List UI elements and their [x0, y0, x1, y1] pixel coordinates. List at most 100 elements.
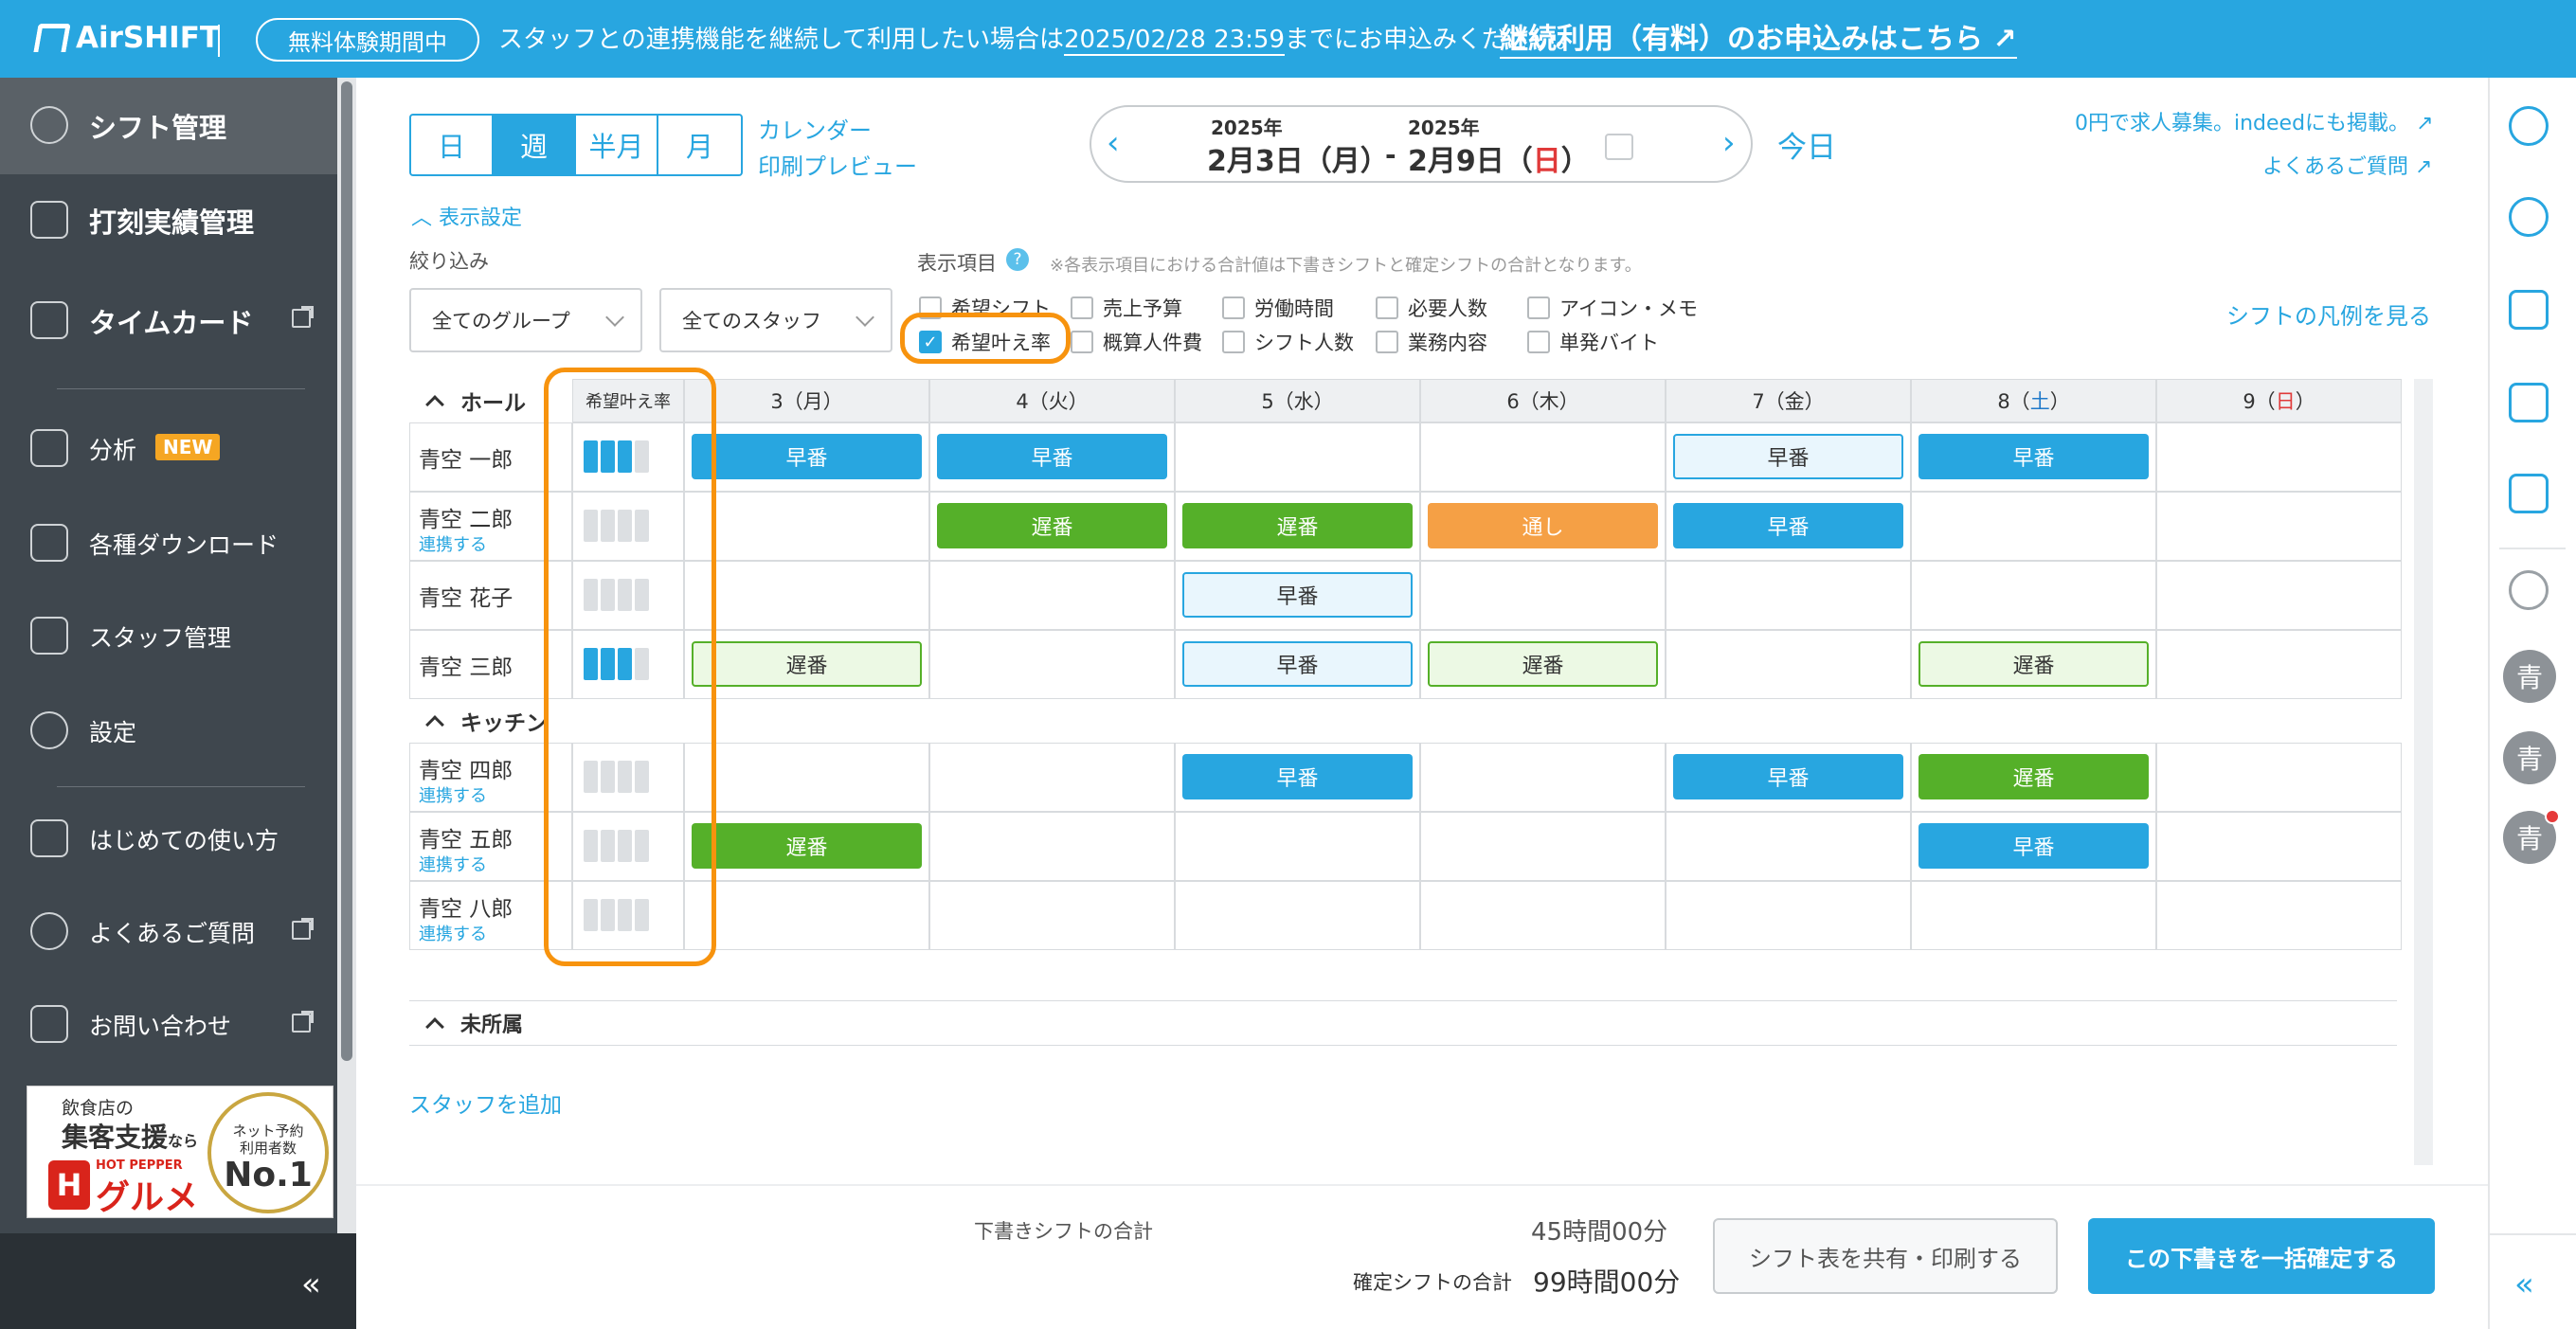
info-icon[interactable]: [2509, 106, 2549, 146]
prev-week-button[interactable]: ‹: [1107, 124, 1120, 162]
sidebar-item-settings[interactable]: 設定: [0, 699, 337, 762]
rail-collapse-button[interactable]: «: [2514, 1266, 2534, 1303]
shift-cell[interactable]: [1175, 422, 1420, 492]
sidebar-scrollbar-thumb[interactable]: [341, 81, 352, 1061]
shift-cell[interactable]: [1666, 812, 1911, 881]
sidebar-item-analysis[interactable]: 分析 NEW: [0, 417, 337, 479]
share-print-button[interactable]: シフト表を共有・印刷する: [1713, 1218, 2058, 1294]
group-header-kitchen[interactable]: キッチン: [409, 699, 548, 743]
hourglass-doc-icon[interactable]: [2509, 383, 2549, 422]
shift-block[interactable]: 早番: [1918, 823, 2149, 869]
shift-block[interactable]: 早番: [1918, 434, 2149, 479]
sidebar-item-timecard[interactable]: タイムカード: [0, 286, 337, 356]
shift-block[interactable]: 早番: [1182, 572, 1413, 618]
sidebar-item-staff[interactable]: スタッフ管理: [0, 604, 337, 667]
view-day-button[interactable]: 日: [411, 116, 494, 174]
shift-block[interactable]: 早番: [1673, 754, 1903, 799]
help-icon[interactable]: ?: [1006, 248, 1029, 271]
print-preview-link[interactable]: 印刷プレビュー: [758, 148, 917, 181]
link-staff-link[interactable]: 連携する: [419, 782, 487, 807]
confirm-all-button[interactable]: この下書きを一括確定する: [2088, 1218, 2435, 1294]
shift-cell[interactable]: [1420, 743, 1666, 812]
hotpepper-ad-banner[interactable]: 飲食店の 集客支援なら H HOT PEPPER グルメ ネット予約 利用者数 N…: [27, 1086, 333, 1218]
sidebar-item-contact[interactable]: お問い合わせ: [0, 993, 337, 1055]
staff-name[interactable]: 青空 四郎: [419, 752, 513, 784]
shift-cell[interactable]: [684, 492, 929, 561]
staff-name[interactable]: 青空 五郎: [419, 821, 513, 853]
sidebar-item-shift[interactable]: シフト管理: [0, 78, 337, 174]
airshift-logo[interactable]: AirSHIFT: [33, 21, 220, 55]
unassigned-group-header[interactable]: 未所属: [409, 1000, 2397, 1046]
avatar[interactable]: 青: [2503, 650, 2556, 703]
calendar-link[interactable]: カレンダー: [758, 112, 872, 145]
shift-cell[interactable]: [2156, 422, 2402, 492]
shift-cell[interactable]: [1175, 881, 1420, 950]
sidebar-item-download[interactable]: 各種ダウンロード: [0, 512, 337, 574]
shift-cell[interactable]: [1420, 422, 1666, 492]
calendar-icon[interactable]: [1605, 134, 1633, 160]
view-week-button[interactable]: 週: [494, 116, 576, 174]
shift-cell[interactable]: [929, 630, 1175, 699]
shift-block[interactable]: 早番: [1182, 641, 1413, 687]
checkbox-task[interactable]: 業務内容: [1376, 328, 1487, 356]
shift-block[interactable]: 遅番: [1918, 641, 2149, 687]
shift-cell[interactable]: [1911, 492, 2156, 561]
shift-cell[interactable]: [1420, 561, 1666, 630]
sidebar-item-faq[interactable]: よくあるご質問: [0, 900, 337, 962]
chat-icon[interactable]: [2509, 570, 2549, 610]
shift-cell[interactable]: [1666, 630, 1911, 699]
shift-cell[interactable]: [1420, 881, 1666, 950]
checkbox-required-staff[interactable]: 必要人数: [1376, 294, 1487, 322]
today-button[interactable]: 今日: [1777, 123, 1836, 166]
shift-cell[interactable]: [2156, 743, 2402, 812]
approve-doc-icon[interactable]: [2509, 474, 2549, 513]
shift-cell[interactable]: [1666, 561, 1911, 630]
shift-cell[interactable]: [1666, 881, 1911, 950]
shift-cell[interactable]: [2156, 561, 2402, 630]
shift-cell[interactable]: [2156, 630, 2402, 699]
grid-scrollbar[interactable]: [2414, 379, 2433, 1165]
shift-cell[interactable]: [1420, 812, 1666, 881]
staff-name[interactable]: 青空 一郎: [419, 441, 513, 474]
group-select[interactable]: 全てのグループ: [409, 288, 642, 352]
shift-cell[interactable]: [929, 743, 1175, 812]
shift-block[interactable]: 遅番: [692, 641, 922, 687]
staff-name[interactable]: 青空 三郎: [419, 649, 513, 681]
staff-name[interactable]: 青空 二郎: [419, 501, 513, 533]
shift-cell[interactable]: [929, 881, 1175, 950]
shift-cell[interactable]: [2156, 881, 2402, 950]
shift-block[interactable]: 早番: [937, 434, 1167, 479]
shift-block[interactable]: 早番: [692, 434, 922, 479]
view-month-button[interactable]: 月: [658, 116, 741, 174]
checkbox-shift-count[interactable]: シフト人数: [1222, 328, 1354, 356]
shift-cell[interactable]: [684, 881, 929, 950]
add-staff-link[interactable]: スタッフを追加: [409, 1087, 562, 1119]
recruit-link[interactable]: 0円で求人募集。indeedにも掲載。 ↗: [2075, 106, 2434, 136]
link-staff-link[interactable]: 連携する: [419, 921, 487, 945]
shift-block[interactable]: 遅番: [937, 503, 1167, 548]
link-staff-link[interactable]: 連携する: [419, 531, 487, 556]
staff-name[interactable]: 青空 八郎: [419, 890, 513, 923]
add-user-icon[interactable]: [2509, 197, 2549, 237]
shift-block[interactable]: 早番: [1182, 754, 1413, 799]
view-halfmonth-button[interactable]: 半月: [576, 116, 658, 174]
checkbox-sales-budget[interactable]: 売上予算: [1071, 294, 1182, 322]
checkbox-icon-memo[interactable]: アイコン・メモ: [1527, 294, 1698, 322]
shift-cell[interactable]: [684, 743, 929, 812]
sidebar-item-clock-record[interactable]: 打刻実績管理: [0, 186, 337, 256]
shift-cell[interactable]: [1911, 881, 2156, 950]
shift-block[interactable]: 通し: [1428, 503, 1658, 548]
shift-cell[interactable]: [929, 561, 1175, 630]
group-header-hall[interactable]: ホール: [409, 379, 526, 422]
shift-block[interactable]: 遅番: [692, 823, 922, 869]
next-week-button[interactable]: ›: [1722, 124, 1736, 162]
staff-select[interactable]: 全てのスタッフ: [659, 288, 892, 352]
shift-cell[interactable]: [2156, 812, 2402, 881]
checkbox-one-time-job[interactable]: 単発バイト: [1527, 328, 1659, 356]
shift-block[interactable]: 遅番: [1428, 641, 1658, 687]
sidebar-collapse-button[interactable]: «: [301, 1266, 321, 1303]
shift-check-icon[interactable]: [2509, 290, 2549, 330]
shift-cell[interactable]: [1175, 812, 1420, 881]
shift-block[interactable]: 遅番: [1182, 503, 1413, 548]
link-staff-link[interactable]: 連携する: [419, 852, 487, 876]
